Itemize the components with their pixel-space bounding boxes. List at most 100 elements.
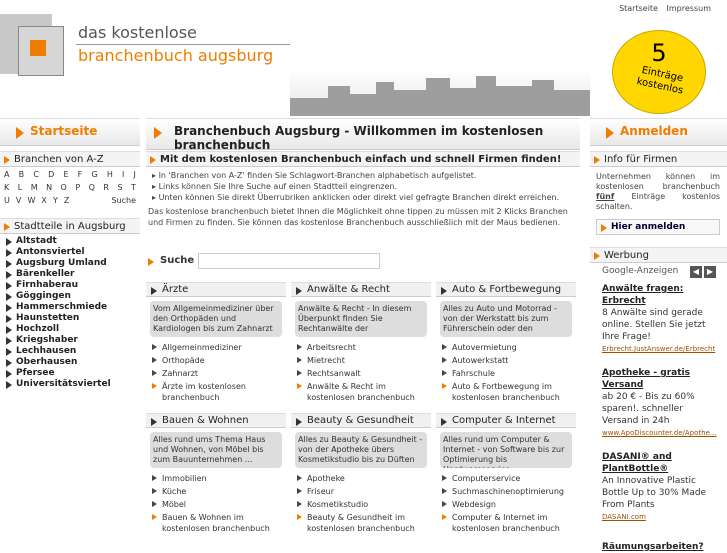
category-link[interactable]: Möbel xyxy=(152,499,286,510)
category-link[interactable]: Küche xyxy=(152,486,286,497)
search-input[interactable] xyxy=(198,253,380,269)
startseite-header[interactable]: Startseite xyxy=(0,118,140,146)
ad-title[interactable]: DASANI® and PlantBottle® xyxy=(602,451,717,475)
ad-title[interactable]: Räumungsarbeiten? xyxy=(602,541,717,553)
ad-url[interactable]: Erbrecht.JustAnswer.de/Erbrecht xyxy=(602,343,717,355)
ad-url[interactable]: www.ApoDiscounter.de/Apothe... xyxy=(602,427,717,439)
nav-impressum[interactable]: Impressum xyxy=(667,4,711,13)
az-letter[interactable]: R xyxy=(103,183,109,196)
category-link[interactable]: Friseur xyxy=(297,486,431,497)
az-letter[interactable]: S xyxy=(117,183,122,196)
category-title[interactable]: Anwälte & Recht xyxy=(291,282,431,297)
az-letter[interactable]: M xyxy=(31,183,38,196)
category-link[interactable]: Ärzte im kostenlosen branchenbuch xyxy=(152,381,286,403)
arrow-right-icon xyxy=(6,293,12,301)
arrow-right-icon xyxy=(151,418,157,426)
az-letter[interactable]: K xyxy=(4,183,9,196)
az-search-link[interactable]: Suche xyxy=(111,196,136,209)
district-link[interactable]: Antonsviertel xyxy=(6,247,85,258)
az-letter[interactable]: E xyxy=(63,170,68,183)
category-link[interactable]: Allgemeinmediziner xyxy=(152,342,286,353)
ad-item[interactable]: Apotheke - gratis Versand ab 20 € - Bis z… xyxy=(602,367,717,439)
search-label: Suche xyxy=(160,255,195,266)
az-letter[interactable]: Z xyxy=(64,196,69,209)
ad-title[interactable]: Anwälte fragen: Erbrecht xyxy=(602,283,717,307)
next-arrow-icon[interactable]: ▶ xyxy=(704,266,716,278)
district-link[interactable]: Firnhaberau xyxy=(6,280,78,291)
az-letter[interactable]: L xyxy=(18,183,22,196)
category-link[interactable]: Mietrecht xyxy=(297,355,431,366)
arrow-right-icon xyxy=(4,223,10,231)
az-letter[interactable]: C xyxy=(33,170,39,183)
hier-anmelden-button[interactable]: Hier anmelden xyxy=(596,219,720,235)
ad-item[interactable]: Räumungsarbeiten? xyxy=(602,541,717,553)
category-link[interactable]: Apotheke xyxy=(297,473,431,484)
az-letter[interactable]: Y xyxy=(53,196,58,209)
az-letter[interactable]: G xyxy=(91,170,97,183)
az-letter[interactable]: N xyxy=(46,183,52,196)
district-link[interactable]: Göggingen xyxy=(6,291,71,302)
az-letter[interactable]: Q xyxy=(89,183,95,196)
category-link[interactable]: Beauty & Gesundheit im kostenlosen branc… xyxy=(297,512,431,534)
az-letter[interactable]: W xyxy=(27,196,35,209)
arrow-right-icon xyxy=(441,287,447,295)
category-link[interactable]: Bauen & Wohnen im kostenlosen branchenbu… xyxy=(152,512,286,534)
category-block: Ärzte Vom Allgemeinmediziner über den Ort… xyxy=(146,282,286,405)
category-title[interactable]: Computer & Internet xyxy=(436,413,576,428)
category-link[interactable]: Computerservice xyxy=(442,473,576,484)
category-title[interactable]: Auto & Fortbewegung xyxy=(436,282,576,297)
category-link[interactable]: Immobilien xyxy=(152,473,286,484)
category-title[interactable]: Beauty & Gesundheit xyxy=(291,413,431,428)
district-link[interactable]: Universitätsviertel xyxy=(6,379,111,390)
az-letter[interactable]: O xyxy=(61,183,67,196)
ad-title[interactable]: Apotheke - gratis Versand xyxy=(602,367,717,391)
az-letter[interactable]: I xyxy=(122,170,124,183)
ad-url[interactable]: DASANI.com xyxy=(602,511,717,523)
district-link[interactable]: Augsburg Umland xyxy=(6,258,107,269)
ad-item[interactable]: DASANI® and PlantBottle® An Innovative Pl… xyxy=(602,451,717,523)
anmelden-header[interactable]: Anmelden xyxy=(590,118,727,146)
district-link[interactable]: Hochzoll xyxy=(6,324,59,335)
category-link[interactable]: Autovermietung xyxy=(442,342,576,353)
category-description: Alles zu Auto und Motorrad - von der Wer… xyxy=(440,301,572,337)
district-link[interactable]: Pfersee xyxy=(6,368,55,379)
az-letter[interactable]: P xyxy=(75,183,80,196)
category-link[interactable]: Kosmetikstudio xyxy=(297,499,431,510)
category-description: Anwälte & Recht - In diesem Überpunkt fi… xyxy=(295,301,427,337)
district-link[interactable]: Altstadt xyxy=(6,236,57,247)
category-link[interactable]: Orthopäde xyxy=(152,355,286,366)
category-link[interactable]: Fahrschule xyxy=(442,368,576,379)
district-link[interactable]: Oberhausen xyxy=(6,357,77,368)
category-link[interactable]: Suchmaschinenoptimierung xyxy=(442,486,576,497)
nav-startseite[interactable]: Startseite xyxy=(619,4,658,13)
category-link[interactable]: Autowerkstatt xyxy=(442,355,576,366)
az-letter[interactable]: J xyxy=(134,170,136,183)
category-link[interactable]: Anwälte & Recht im kostenlosen branchenb… xyxy=(297,381,431,403)
az-letter[interactable]: B xyxy=(19,170,25,183)
district-link[interactable]: Haunstetten xyxy=(6,313,79,324)
badge-five-entries[interactable]: 5 Einträge kostenlos xyxy=(612,30,706,114)
az-letter[interactable]: T xyxy=(131,183,136,196)
category-title[interactable]: Bauen & Wohnen xyxy=(146,413,286,428)
az-letter[interactable]: U xyxy=(4,196,10,209)
az-letter[interactable]: A xyxy=(4,170,9,183)
category-link[interactable]: Arbeitsrecht xyxy=(297,342,431,353)
az-letter[interactable]: F xyxy=(78,170,83,183)
district-link[interactable]: Bärenkeller xyxy=(6,269,74,280)
category-title[interactable]: Ärzte xyxy=(146,282,286,297)
district-link[interactable]: Lechhausen xyxy=(6,346,76,357)
az-letter[interactable]: H xyxy=(107,170,113,183)
category-link[interactable]: Rechtsanwalt xyxy=(297,368,431,379)
category-link[interactable]: Computer & Internet im kostenlosen branc… xyxy=(442,512,576,534)
ad-item[interactable]: Anwälte fragen: Erbrecht 8 Anwälte sind g… xyxy=(602,283,717,355)
az-letter[interactable]: V xyxy=(16,196,21,209)
prev-arrow-icon[interactable]: ◀ xyxy=(690,266,702,278)
district-link[interactable]: Hammerschmiede xyxy=(6,302,107,313)
az-letter[interactable]: D xyxy=(48,170,54,183)
az-letter[interactable]: X xyxy=(41,196,46,209)
category-link[interactable]: Webdesign xyxy=(442,499,576,510)
category-link[interactable]: Zahnarzt xyxy=(152,368,286,379)
page-title: Branchenbuch Augsburg - Willkommen im ko… xyxy=(174,124,544,152)
district-link[interactable]: Kriegshaber xyxy=(6,335,78,346)
category-link[interactable]: Auto & Fortbewegung im kostenlosen branc… xyxy=(442,381,576,403)
